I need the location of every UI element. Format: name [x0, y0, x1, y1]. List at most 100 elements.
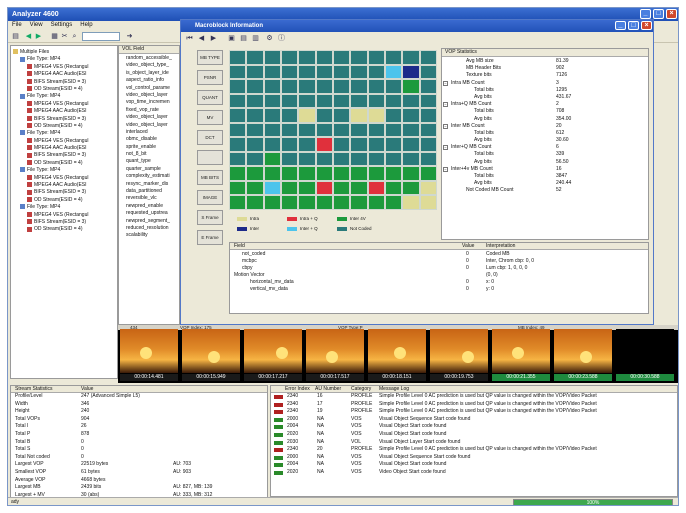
- macroblock-cell[interactable]: [263, 64, 281, 80]
- macroblock-cell[interactable]: [315, 180, 333, 196]
- first-frame-icon[interactable]: ⏮: [185, 34, 194, 43]
- macroblock-cell[interactable]: [385, 166, 403, 181]
- tree-item[interactable]: MPEG4 VES (Rectangul: [13, 175, 115, 182]
- tree-item[interactable]: File Type: MP4: [13, 204, 115, 211]
- vol-field-item[interactable]: obmc_disable: [121, 136, 177, 143]
- mb-view-button[interactable]: QUANT: [197, 90, 223, 105]
- frame-thumbnail[interactable]: [306, 329, 364, 373]
- macroblock-cell[interactable]: [367, 50, 385, 65]
- vol-field-item[interactable]: fixed_vop_rate: [121, 107, 177, 114]
- mb-view-button[interactable]: S Frame: [197, 210, 223, 225]
- macroblock-cell[interactable]: [263, 79, 281, 94]
- tree-item[interactable]: MPEG4 VES (Rectangul: [13, 64, 115, 71]
- macroblock-cell[interactable]: [333, 64, 351, 80]
- macroblock-cell[interactable]: [281, 180, 299, 196]
- vol-field-item[interactable]: newpred_enable: [121, 203, 177, 210]
- macroblock-cell[interactable]: [419, 93, 437, 109]
- macroblock-cell[interactable]: [298, 50, 316, 65]
- macroblock-cell[interactable]: [402, 166, 420, 181]
- macroblock-cell[interactable]: [333, 108, 351, 123]
- macroblock-cell[interactable]: [315, 151, 333, 167]
- mb-view-button[interactable]: MV: [197, 110, 223, 125]
- macroblock-cell[interactable]: [281, 151, 299, 167]
- macroblock-cell[interactable]: [350, 108, 368, 123]
- field-row[interactable]: not_coded 0 Coded MB: [230, 251, 648, 258]
- tree-item[interactable]: MPEG4 VES (Rectangul: [13, 212, 115, 219]
- mb-maximize-button[interactable]: □: [628, 21, 639, 30]
- tree-item[interactable]: Multiple Files: [13, 49, 115, 56]
- vol-field-item[interactable]: not_8_bit: [121, 151, 177, 158]
- tree-item[interactable]: MPEG4 AAC Audio(ESI: [13, 182, 115, 189]
- tree-item[interactable]: BIFS Stream(ESID = 3): [13, 219, 115, 226]
- zoom-icon[interactable]: ⌕: [70, 32, 79, 41]
- mb-view-button[interactable]: MB BITS: [197, 170, 223, 185]
- tree-item[interactable]: BIFS Stream(ESID = 3): [13, 79, 115, 86]
- error-row[interactable]: 2340 17 PROFILE Simple Profile Level 0 AC p…: [271, 401, 677, 409]
- tree-item[interactable]: File Type: MP4: [13, 167, 115, 174]
- vol-field-item[interactable]: complexity_estimati: [121, 173, 177, 180]
- macroblock-cell[interactable]: [315, 79, 333, 94]
- vol-field-item[interactable]: video_object_type_: [121, 62, 177, 69]
- field-row[interactable]: cbpy 0 Lum cbp: 1, 0, 0, 0: [230, 265, 648, 272]
- macroblock-cell[interactable]: [367, 180, 385, 196]
- macroblock-cell[interactable]: [402, 79, 420, 94]
- macroblock-cell[interactable]: [350, 151, 368, 167]
- macroblock-cell[interactable]: [333, 137, 351, 152]
- macroblock-cell[interactable]: [367, 137, 385, 152]
- macroblock-cell[interactable]: [402, 195, 420, 210]
- macroblock-cell[interactable]: [246, 79, 264, 94]
- expand-icon[interactable]: −: [443, 80, 448, 86]
- expand-icon[interactable]: −: [443, 123, 448, 129]
- macroblock-cell[interactable]: [350, 166, 368, 181]
- tree-item[interactable]: MPEG4 VES (Rectangul: [13, 138, 115, 145]
- frame-thumbnail[interactable]: [554, 329, 612, 373]
- macroblock-cell[interactable]: [402, 180, 420, 196]
- field-row[interactable]: Motion Vector (0, 0): [230, 272, 648, 279]
- macroblock-cell[interactable]: [298, 93, 316, 109]
- macroblock-grid[interactable]: [229, 50, 437, 210]
- error-row[interactable]: 2030 NA VOL Visual Object Layer Start code …: [271, 439, 677, 447]
- frame-thumbnail[interactable]: [616, 329, 674, 373]
- vol-field-item[interactable]: video_object_layer: [121, 92, 177, 99]
- macroblock-cell[interactable]: [315, 108, 333, 123]
- macroblock-cell[interactable]: [402, 64, 420, 80]
- tree-item[interactable]: BIFS Stream(ESID = 3): [13, 116, 115, 123]
- vol-field-item[interactable]: resync_marker_dis: [121, 181, 177, 188]
- macroblock-cell[interactable]: [385, 79, 403, 94]
- macroblock-cell[interactable]: [333, 122, 351, 138]
- macroblock-cell[interactable]: [281, 64, 299, 80]
- macroblock-cell[interactable]: [419, 122, 437, 138]
- macroblock-cell[interactable]: [402, 122, 420, 138]
- macroblock-cell[interactable]: [419, 108, 437, 123]
- macroblock-cell[interactable]: [229, 108, 247, 123]
- macroblock-cell[interactable]: [263, 180, 281, 196]
- macroblock-cell[interactable]: [281, 122, 299, 138]
- macroblock-cell[interactable]: [419, 180, 437, 196]
- expand-icon[interactable]: −: [443, 102, 448, 108]
- tree-item[interactable]: OD Stream(ESID = 4): [13, 226, 115, 233]
- macroblock-cell[interactable]: [315, 64, 333, 80]
- macroblock-cell[interactable]: [263, 166, 281, 181]
- macroblock-cell[interactable]: [333, 79, 351, 94]
- back-icon[interactable]: ◀: [24, 32, 33, 41]
- tree-item[interactable]: OD Stream(ESID = 4): [13, 86, 115, 93]
- macroblock-cell[interactable]: [385, 108, 403, 123]
- macroblock-cell[interactable]: [263, 108, 281, 123]
- macroblock-cell[interactable]: [333, 195, 351, 210]
- macroblock-cell[interactable]: [246, 137, 264, 152]
- macroblock-cell[interactable]: [315, 50, 333, 65]
- macroblock-cell[interactable]: [246, 108, 264, 123]
- cut-icon[interactable]: ✂: [60, 32, 69, 41]
- frame-thumbnail[interactable]: [244, 329, 302, 373]
- frame-thumbnail[interactable]: [120, 329, 178, 373]
- info-icon[interactable]: ⓘ: [277, 34, 286, 43]
- mb-view-button[interactable]: MB TYPE: [197, 50, 223, 65]
- menu-help[interactable]: Help: [80, 22, 92, 28]
- macroblock-cell[interactable]: [229, 79, 247, 94]
- macroblock-cell[interactable]: [367, 79, 385, 94]
- macroblock-cell[interactable]: [385, 122, 403, 138]
- macroblock-cell[interactable]: [315, 122, 333, 138]
- expand-icon[interactable]: −: [443, 166, 448, 172]
- save-icon[interactable]: ▤: [239, 34, 248, 43]
- macroblock-cell[interactable]: [350, 64, 368, 80]
